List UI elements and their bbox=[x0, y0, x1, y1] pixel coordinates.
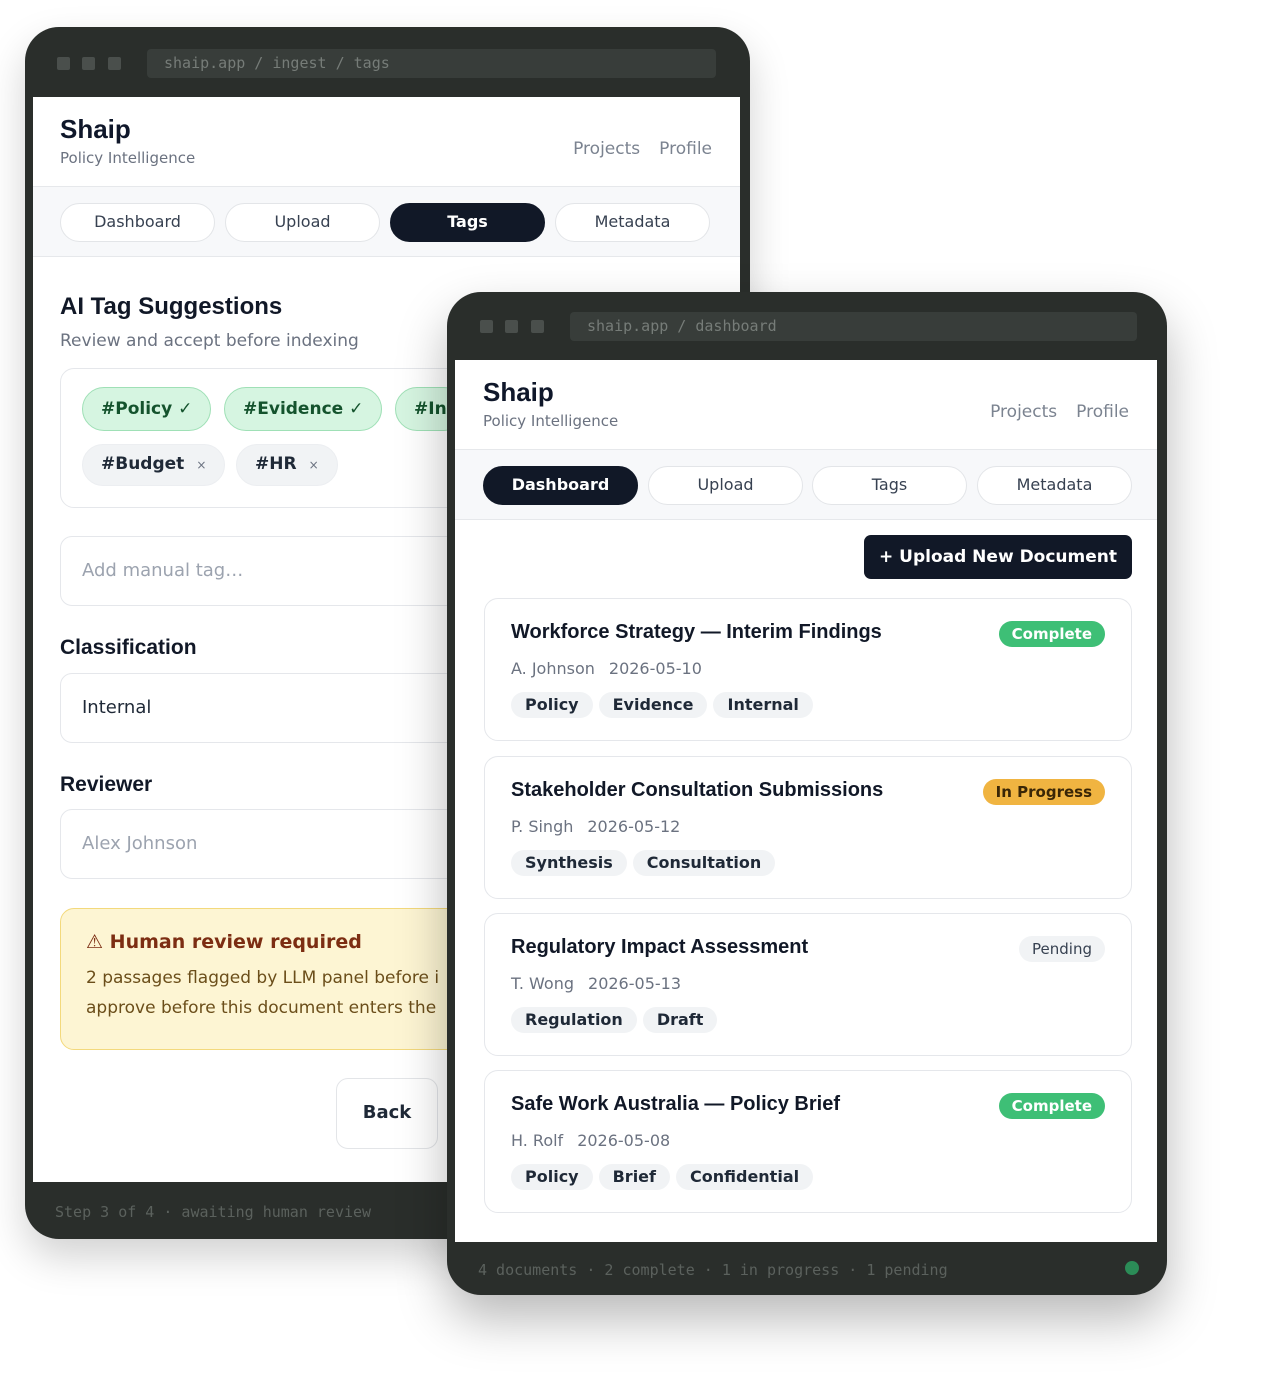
document-date: 2026-05-08 bbox=[577, 1131, 671, 1150]
brand-subtitle: Policy Intelligence bbox=[60, 149, 196, 167]
nav-projects-link[interactable]: Projects bbox=[990, 402, 1057, 422]
step-tabs: Dashboard Upload Tags Metadata bbox=[455, 450, 1157, 520]
document-tag[interactable]: Evidence bbox=[598, 692, 708, 718]
window-control-dot[interactable] bbox=[82, 57, 95, 70]
window-control-dot[interactable] bbox=[480, 320, 493, 333]
url-bar[interactable]: shaip.app / dashboard bbox=[570, 312, 1137, 341]
reviewer-label: Reviewer bbox=[60, 773, 153, 796]
nav-profile-link[interactable]: Profile bbox=[1076, 402, 1129, 422]
status-badge: In Progress bbox=[982, 779, 1105, 805]
warning-icon: ⚠ bbox=[86, 931, 104, 953]
alert-title-text: Human review required bbox=[109, 931, 362, 953]
document-author: P. Singh bbox=[511, 817, 574, 836]
document-author: H. Rolf bbox=[511, 1131, 564, 1150]
ai-tag-title: AI Tag Suggestions bbox=[60, 293, 283, 320]
app-header: Shaip Policy Intelligence Projects Profil… bbox=[33, 97, 740, 187]
nav-projects-link[interactable]: Projects bbox=[573, 139, 640, 159]
tab-metadata[interactable]: Metadata bbox=[555, 203, 710, 242]
human-review-alert: ⚠ Human review required 2 passages flagg… bbox=[60, 908, 500, 1050]
document-date: 2026-05-10 bbox=[608, 659, 702, 678]
brand-logo[interactable]: Shaip bbox=[60, 114, 131, 145]
alert-title: ⚠ Human review required bbox=[86, 931, 362, 953]
dashboard-window: shaip.app / dashboard Shaip Policy Intel… bbox=[447, 292, 1167, 1295]
remove-tag-icon[interactable]: × bbox=[309, 458, 319, 472]
url-bar[interactable]: shaip.app / ingest / tags bbox=[147, 49, 716, 78]
document-tag[interactable]: Policy bbox=[511, 692, 593, 718]
tag-label: #Budget bbox=[101, 454, 185, 474]
document-tags: Policy Evidence Internal bbox=[511, 692, 819, 718]
document-tags: Regulation Draft bbox=[511, 1007, 723, 1033]
tag-suggestions-box: #Policy ✓ #Evidence ✓ #In #Budget × #HR × bbox=[60, 368, 500, 508]
document-title[interactable]: Regulatory Impact Assessment bbox=[511, 936, 808, 959]
document-tag[interactable]: Policy bbox=[511, 1164, 593, 1190]
document-card[interactable]: Stakeholder Consultation Submissions In … bbox=[484, 756, 1132, 899]
window-control-dot[interactable] bbox=[531, 320, 544, 333]
nav-profile-link[interactable]: Profile bbox=[659, 139, 712, 159]
tab-tags[interactable]: Tags bbox=[812, 466, 967, 505]
accepted-tag-chip[interactable]: #Policy ✓ bbox=[82, 387, 212, 431]
suggested-tag-chip[interactable]: #Budget × bbox=[82, 444, 226, 486]
brand-subtitle: Policy Intelligence bbox=[483, 412, 619, 430]
document-meta: A. Johnson 2026-05-10 bbox=[511, 659, 702, 678]
app-header: Shaip Policy Intelligence Projects Profil… bbox=[455, 360, 1157, 450]
window-control-dot[interactable] bbox=[57, 57, 70, 70]
document-date: 2026-05-12 bbox=[587, 817, 681, 836]
classification-label: Classification bbox=[60, 636, 197, 659]
status-badge: Complete bbox=[998, 1093, 1105, 1119]
tab-dashboard[interactable]: Dashboard bbox=[60, 203, 215, 242]
document-card[interactable]: Safe Work Australia — Policy Brief Compl… bbox=[484, 1070, 1132, 1213]
document-tag[interactable]: Regulation bbox=[511, 1007, 637, 1033]
document-card[interactable]: Regulatory Impact Assessment Pending T. … bbox=[484, 913, 1132, 1056]
alert-message-line: approve before this document enters the bbox=[86, 998, 437, 1018]
document-meta: P. Singh 2026-05-12 bbox=[511, 817, 680, 836]
top-nav: Projects Profile bbox=[554, 139, 712, 159]
window-titlebar: shaip.app / ingest / tags bbox=[25, 27, 750, 97]
manual-tag-input[interactable]: Add manual tag… bbox=[60, 536, 500, 606]
document-tag[interactable]: Synthesis bbox=[511, 850, 627, 876]
tab-dashboard[interactable]: Dashboard bbox=[483, 466, 638, 505]
document-tag[interactable]: Brief bbox=[598, 1164, 670, 1190]
document-title[interactable]: Safe Work Australia — Policy Brief bbox=[511, 1093, 840, 1116]
remove-tag-icon[interactable]: × bbox=[196, 458, 206, 472]
step-tabs: Dashboard Upload Tags Metadata bbox=[33, 187, 740, 257]
tab-upload[interactable]: Upload bbox=[225, 203, 380, 242]
document-tag[interactable]: Internal bbox=[713, 692, 813, 718]
document-title[interactable]: Stakeholder Consultation Submissions bbox=[511, 779, 883, 802]
accepted-tag-chip[interactable]: #Evidence ✓ bbox=[224, 387, 383, 431]
document-meta: H. Rolf 2026-05-08 bbox=[511, 1131, 670, 1150]
document-card[interactable]: Workforce Strategy — Interim Findings Co… bbox=[484, 598, 1132, 741]
document-tags: Synthesis Consultation bbox=[511, 850, 781, 876]
reviewer-input[interactable]: Alex Johnson bbox=[60, 809, 500, 879]
status-badge: Pending bbox=[1019, 936, 1105, 962]
document-tag[interactable]: Consultation bbox=[632, 850, 776, 876]
document-tag[interactable]: Confidential bbox=[676, 1164, 814, 1190]
tag-label: #HR bbox=[255, 454, 297, 474]
back-button[interactable]: Back bbox=[336, 1078, 438, 1149]
dashboard-page: Shaip Policy Intelligence Projects Profil… bbox=[455, 360, 1157, 1242]
window-control-dot[interactable] bbox=[108, 57, 121, 70]
document-author: A. Johnson bbox=[511, 659, 595, 678]
document-meta: T. Wong 2026-05-13 bbox=[511, 974, 681, 993]
document-tag[interactable]: Draft bbox=[642, 1007, 718, 1033]
top-nav: Projects Profile bbox=[971, 402, 1129, 422]
tab-tags[interactable]: Tags bbox=[390, 203, 545, 242]
window-control-dot[interactable] bbox=[505, 320, 518, 333]
connection-status-dot bbox=[1125, 1261, 1139, 1275]
suggested-tag-chip[interactable]: #HR × bbox=[236, 444, 338, 486]
alert-message-line: 2 passages flagged by LLM panel before i bbox=[86, 968, 440, 988]
classification-select[interactable]: Internal bbox=[60, 673, 500, 743]
brand-logo[interactable]: Shaip bbox=[483, 377, 554, 408]
document-tags: Policy Brief Confidential bbox=[511, 1164, 819, 1190]
upload-new-document-button[interactable]: + Upload New Document bbox=[864, 535, 1132, 579]
document-title[interactable]: Workforce Strategy — Interim Findings bbox=[511, 621, 882, 644]
status-footer: 4 documents · 2 complete · 1 in progress… bbox=[478, 1261, 948, 1279]
tab-metadata[interactable]: Metadata bbox=[977, 466, 1132, 505]
tab-upload[interactable]: Upload bbox=[648, 466, 803, 505]
document-date: 2026-05-13 bbox=[588, 974, 681, 993]
ai-tag-subtitle: Review and accept before indexing bbox=[60, 331, 359, 351]
status-badge: Complete bbox=[998, 621, 1105, 647]
window-titlebar: shaip.app / dashboard bbox=[447, 292, 1167, 362]
document-author: T. Wong bbox=[511, 974, 575, 993]
